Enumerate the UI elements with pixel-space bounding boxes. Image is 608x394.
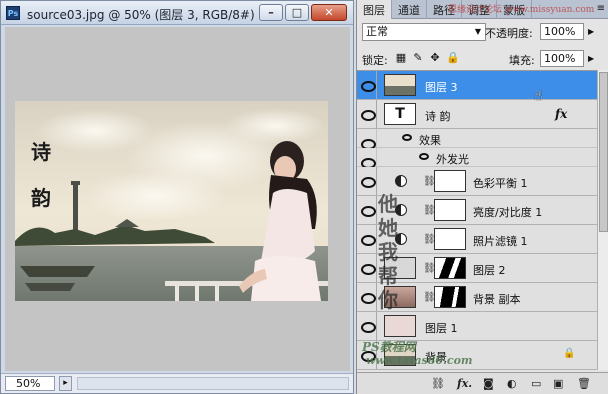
effects-row[interactable]: 效果 xyxy=(357,129,597,150)
horizontal-scrollbar[interactable] xyxy=(77,377,349,390)
photo-image xyxy=(15,101,328,301)
layer-mask-thumbnail xyxy=(434,286,466,308)
canvas-area[interactable]: 诗 韵 xyxy=(5,27,350,371)
minimize-icon: – xyxy=(268,6,274,19)
lock-move-icon[interactable]: ✥ xyxy=(429,51,441,64)
layer-name: 亮度/对比度 1 xyxy=(473,206,543,219)
panel-menu-icon[interactable]: ≡ xyxy=(597,3,605,14)
eye-spacer xyxy=(357,148,377,169)
fill-arrow-icon[interactable]: ▶ xyxy=(588,54,594,63)
link-layers-icon[interactable]: ⛓ xyxy=(431,377,445,390)
minimize-button[interactable]: – xyxy=(259,4,283,21)
fx-icon[interactable]: fx xyxy=(555,107,567,121)
fill-label: 填充: xyxy=(509,54,535,67)
visibility-eye-icon[interactable] xyxy=(357,254,377,282)
chevron-down-icon: ▼ xyxy=(474,27,481,36)
outer-glow-label: 外发光 xyxy=(436,153,469,166)
scrollbar-thumb[interactable] xyxy=(599,72,608,232)
blend-mode-value: 正常 xyxy=(366,25,388,38)
lock-paint-icon[interactable]: ✎ xyxy=(412,51,424,64)
visibility-eye-icon[interactable] xyxy=(419,153,429,160)
opacity-field[interactable]: 100% xyxy=(540,23,584,40)
visibility-eye-icon[interactable] xyxy=(357,225,377,253)
watermark-top-right: 思缘设计论坛 www.missyuan.com xyxy=(448,5,595,15)
opacity-arrow-icon[interactable]: ▶ xyxy=(588,27,594,36)
layer-thumbnail xyxy=(384,74,416,96)
eye-spacer xyxy=(357,129,377,150)
layers-scrollbar[interactable] xyxy=(597,70,608,370)
add-mask-icon[interactable]: ◙ xyxy=(483,377,494,390)
layer-mask-thumbnail xyxy=(434,257,466,279)
visibility-eye-icon[interactable] xyxy=(357,71,377,99)
new-group-icon[interactable]: ▭ xyxy=(531,377,541,390)
fill-field[interactable]: 100% xyxy=(540,50,584,67)
close-button[interactable]: ✕ xyxy=(311,4,347,21)
lock-all-icon[interactable]: 🔒 xyxy=(446,51,460,64)
layer-name: 照片滤镜 1 xyxy=(473,235,528,248)
document-title: source03.jpg @ 50% (图层 3, RGB/8#) * xyxy=(27,8,265,22)
maximize-button[interactable]: □ xyxy=(285,4,309,21)
zoom-field[interactable]: 50% xyxy=(5,376,55,391)
document-window: Ps source03.jpg @ 50% (图层 3, RGB/8#) * –… xyxy=(0,0,354,394)
layer-mask-thumbnail xyxy=(434,199,466,221)
maximize-icon: □ xyxy=(291,6,303,19)
layer-row[interactable]: T 诗 韵 fx xyxy=(357,100,597,129)
lock-transparency-icon[interactable]: ▦ xyxy=(395,51,407,64)
text-layer-icon: T xyxy=(384,103,416,125)
visibility-eye-icon[interactable] xyxy=(402,134,412,141)
photoshop-logo-icon: Ps xyxy=(6,6,20,20)
tab-channels[interactable]: 通道 xyxy=(392,0,427,19)
delete-layer-icon[interactable]: 🗑 xyxy=(577,377,591,390)
new-adjustment-icon[interactable]: ◐ xyxy=(507,377,517,390)
window-controls: – □ ✕ xyxy=(259,4,347,21)
tab-layers[interactable]: 图层 xyxy=(357,0,392,19)
lock-label: 锁定: xyxy=(362,54,388,67)
layer-row[interactable]: 图层 1 xyxy=(357,312,597,341)
layer-name: 图层 1 xyxy=(425,322,458,335)
document-titlebar[interactable]: Ps source03.jpg @ 50% (图层 3, RGB/8#) * –… xyxy=(1,1,353,25)
close-icon: ✕ xyxy=(324,6,334,19)
blend-mode-select[interactable]: 正常 ▼ xyxy=(362,23,486,41)
photo-caption-char-2: 韵 xyxy=(31,186,51,210)
watermark-site-line2: www.tatas80.com xyxy=(366,354,473,367)
layer-name: 诗 韵 xyxy=(425,110,451,123)
layers-footer-toolbar: ⛓ fx. ◙ ◐ ▭ ▣ 🗑 xyxy=(357,372,608,394)
adjustment-layer-icon xyxy=(395,175,407,187)
status-info-button[interactable]: ▸ xyxy=(59,376,72,391)
status-bar: 50% ▸ xyxy=(1,373,353,393)
visibility-eye-icon[interactable] xyxy=(357,283,377,311)
effects-label: 效果 xyxy=(419,134,441,147)
effect-row[interactable]: 外发光 xyxy=(357,148,597,169)
layer-name: 色彩平衡 1 xyxy=(473,177,528,190)
layer-mask-thumbnail xyxy=(434,228,466,250)
add-style-icon[interactable]: fx. xyxy=(457,377,472,390)
visibility-eye-icon[interactable] xyxy=(357,312,377,340)
photo-caption-char-1: 诗 xyxy=(31,140,51,164)
layer-name: 背景 副本 xyxy=(473,293,521,306)
layer-lock-icon: 🔒 xyxy=(563,348,576,359)
photo-caption: 诗 韵 xyxy=(31,129,57,221)
visibility-eye-icon[interactable] xyxy=(357,100,377,128)
visibility-eye-icon[interactable] xyxy=(357,167,377,195)
layer-name: 图层 3 xyxy=(425,81,458,94)
watermark-vertical: 他她我帮你 xyxy=(378,192,398,312)
watermark-site-line1: PS教程网 xyxy=(362,340,416,354)
layer-name: 图层 2 xyxy=(473,264,506,277)
lock-icons: ▦ ✎ ✥ 🔒 xyxy=(395,51,460,64)
opacity-label: 不透明度: xyxy=(485,27,533,40)
new-layer-icon[interactable]: ▣ xyxy=(553,377,563,390)
layer-mask-thumbnail xyxy=(434,170,466,192)
layer-thumbnail xyxy=(384,315,416,337)
hand-cursor-icon: ☝ xyxy=(534,88,543,104)
layer-row[interactable]: 图层 3 xyxy=(357,71,597,100)
visibility-eye-icon[interactable] xyxy=(357,196,377,224)
document-photo[interactable]: 诗 韵 xyxy=(15,101,328,301)
